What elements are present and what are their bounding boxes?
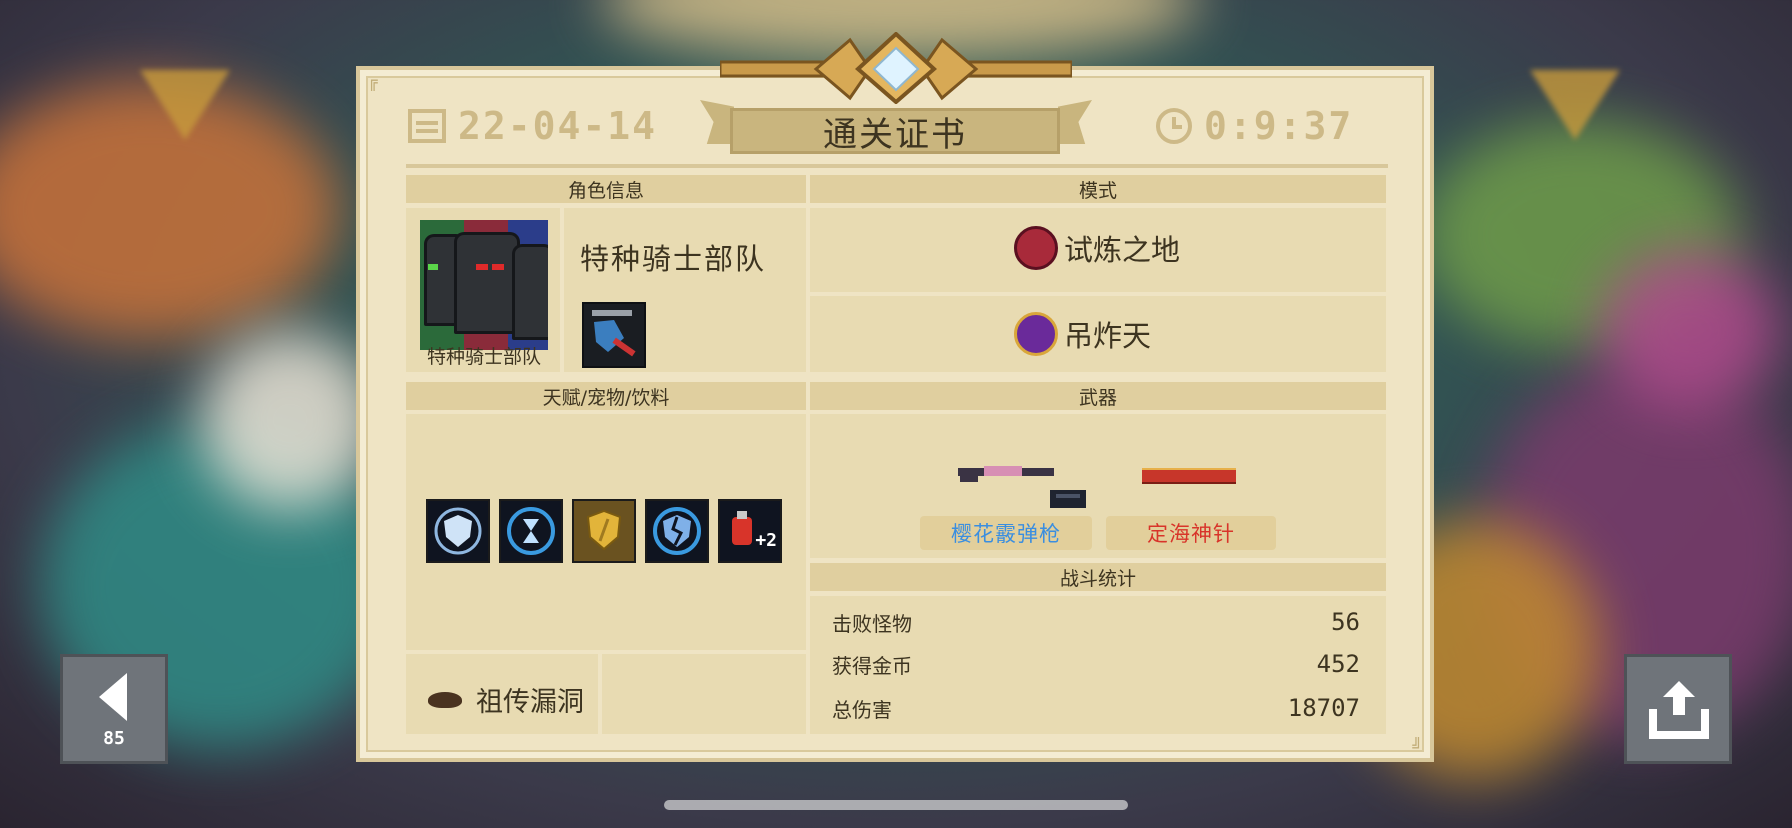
diamond-crest-ornament xyxy=(720,32,1072,104)
stat-row-damage: 总伤害 18707 xyxy=(832,694,1360,723)
time-value: 0:9:37 xyxy=(1204,104,1354,148)
weapons-section-header: 武器 xyxy=(810,382,1386,410)
home-indicator xyxy=(664,800,1128,810)
clear-date: 22-04-14 xyxy=(408,104,657,148)
stat-row-kills: 击败怪物 56 xyxy=(832,608,1360,637)
mode-primary: 试炼之地 xyxy=(1014,226,1180,270)
divider xyxy=(406,164,1388,168)
portrait-label: 特种骑士部队 xyxy=(426,346,541,368)
clear-time: 0:9:37 xyxy=(1156,104,1353,148)
mode-primary-label: 试炼之地 xyxy=(1064,233,1181,267)
calendar-icon xyxy=(408,109,446,143)
stat-label: 总伤害 xyxy=(832,698,892,722)
date-value: 22-04-14 xyxy=(458,104,658,148)
stat-value: 56 xyxy=(1331,608,1360,636)
weapons-cell xyxy=(810,414,1386,558)
horned-demon-icon xyxy=(1014,226,1058,270)
purple-demon-icon xyxy=(1014,312,1058,356)
mode-secondary-label: 吊炸天 xyxy=(1064,319,1152,353)
back-button[interactable]: 85 xyxy=(60,654,168,764)
golden-shield-buff-icon[interactable] xyxy=(572,499,636,563)
ammo-icon xyxy=(1050,490,1086,508)
character-section-header: 角色信息 xyxy=(406,175,806,203)
legacy-bug: 祖传漏洞 xyxy=(428,680,584,719)
weapon-label-1: 樱花霰弹枪 xyxy=(920,516,1092,550)
legacy-bug-label: 祖传漏洞 xyxy=(476,687,584,718)
potion-badge: +2 xyxy=(755,530,777,551)
weapon-label-2: 定海神针 xyxy=(1106,516,1276,550)
golden-cudgel-icon xyxy=(1142,468,1236,484)
stat-row-gold: 获得金币 452 xyxy=(832,650,1360,679)
broken-shield-buff-icon[interactable] xyxy=(645,499,709,563)
skill-weapon-icon xyxy=(582,302,646,368)
red-potion-plus2-icon[interactable]: +2 xyxy=(718,499,782,563)
clock-icon xyxy=(1156,108,1192,144)
bug-icon xyxy=(428,691,462,708)
stat-label: 击败怪物 xyxy=(832,612,912,636)
stat-value: 18707 xyxy=(1287,694,1360,722)
shield-buff-icon[interactable] xyxy=(426,499,490,563)
certificate-title: 通关证书 xyxy=(730,108,1060,155)
talents-section-header: 天赋/宠物/饮料 xyxy=(406,382,806,410)
battle-stats-header: 战斗统计 xyxy=(810,563,1386,591)
hourglass-buff-icon[interactable] xyxy=(499,499,563,563)
empty-cell xyxy=(602,654,806,734)
back-arrow-icon xyxy=(99,673,127,721)
back-count: 85 xyxy=(103,728,125,749)
share-button[interactable] xyxy=(1624,654,1732,764)
mode-section-header: 模式 xyxy=(810,175,1386,203)
share-icon xyxy=(1649,681,1709,739)
mode-secondary: 吊炸天 xyxy=(1014,312,1151,356)
stat-label: 获得金币 xyxy=(832,654,912,678)
shotgun-icon xyxy=(958,466,1054,482)
stat-value: 452 xyxy=(1316,650,1360,678)
character-portrait xyxy=(420,220,548,350)
character-name: 特种骑士部队 xyxy=(580,242,767,276)
